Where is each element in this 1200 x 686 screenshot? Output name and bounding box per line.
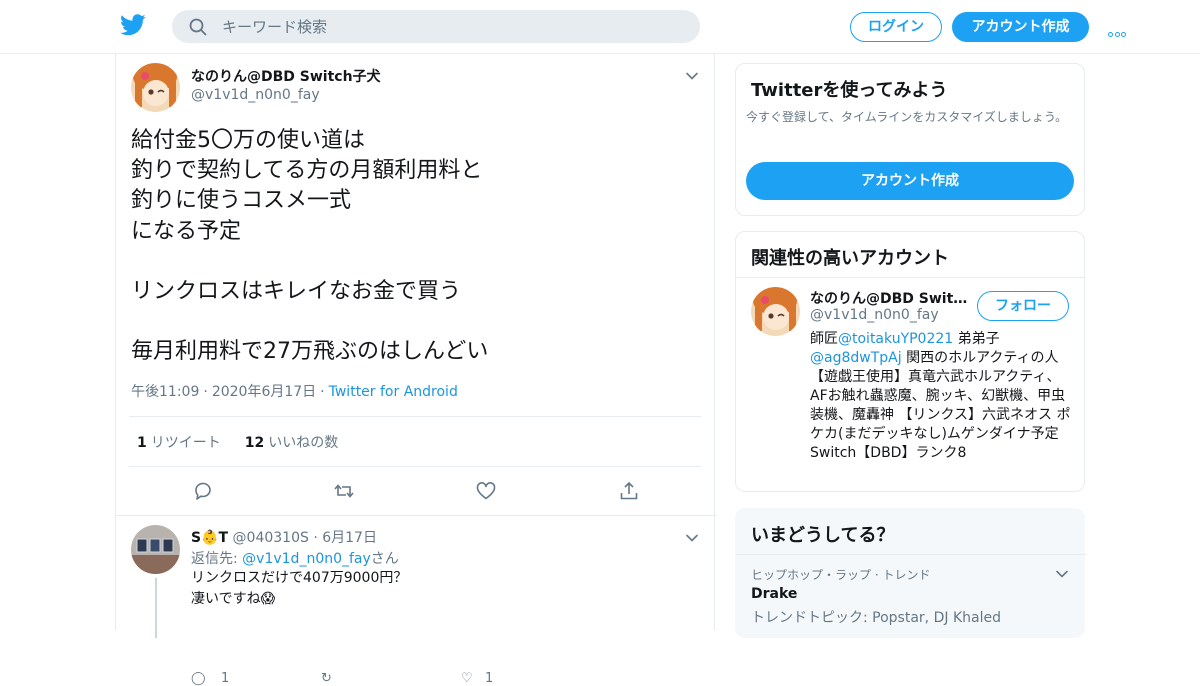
divider bbox=[116, 515, 716, 516]
related-account-handle[interactable]: @v1v1d_n0n0_fay bbox=[810, 307, 939, 323]
retweet-icon[interactable] bbox=[333, 480, 355, 502]
replying-to-link[interactable]: @v1v1d_n0n0_fay bbox=[242, 551, 371, 567]
trends-card: いまどうしてる？ ヒップホップ・ラップ · トレンド Drake トレンドトピッ… bbox=[735, 508, 1086, 638]
follow-button[interactable]: フォロー bbox=[977, 291, 1069, 321]
chevron-down-icon[interactable] bbox=[685, 531, 699, 545]
search-box[interactable] bbox=[172, 10, 700, 43]
bio-mention-link[interactable]: @ag8dwTpAj bbox=[810, 350, 902, 366]
reply-author-handle[interactable]: @040310S bbox=[233, 530, 309, 546]
signup-card-button[interactable]: アカウント作成 bbox=[746, 162, 1074, 200]
tweet-source-link[interactable]: Twitter for Android bbox=[329, 384, 458, 400]
replying-to: 返信先: @v1v1d_n0n0_fayさん bbox=[191, 551, 399, 567]
like-heart-icon[interactable]: ♡ bbox=[461, 671, 485, 686]
reply-icon[interactable]: ◯ bbox=[191, 671, 221, 686]
tweet-text: 給付金5〇万の使い道は 釣りで契約してる方の月額利用料と 釣りに使うコスメ一式 … bbox=[131, 128, 489, 365]
tweet-author-name[interactable]: なのりん@DBD Switch子犬 bbox=[191, 66, 381, 86]
reply-actions: ◯ 1 ↻ ♡ 1 bbox=[191, 671, 493, 686]
trend-subtitle: トレンドトピック: Popstar, DJ Khaled bbox=[751, 610, 1001, 626]
chevron-down-icon[interactable] bbox=[685, 69, 699, 83]
reply-author-name[interactable]: S👶T bbox=[191, 530, 228, 546]
retweet-icon[interactable]: ↻ bbox=[321, 671, 461, 686]
like-count: 1 bbox=[485, 671, 494, 686]
tweet-stats: 1 リツイート 12 いいねの数 bbox=[137, 432, 338, 452]
reply-header: S👶T @040310S · 6月17日 bbox=[191, 530, 377, 546]
like-heart-icon[interactable] bbox=[475, 480, 497, 502]
reply-icon[interactable] bbox=[192, 480, 214, 502]
retweet-stat[interactable]: 1 リツイート bbox=[137, 435, 221, 451]
divider bbox=[129, 416, 701, 417]
tweet-time[interactable]: 午後11:09 bbox=[131, 384, 199, 400]
divider bbox=[736, 277, 1084, 278]
reply-text: リンクロスだけで407万9000円？ 凄いですね😱 bbox=[191, 570, 408, 607]
reply-count: 1 bbox=[221, 671, 230, 686]
trends-title: いまどうしてる？ bbox=[751, 525, 895, 546]
divider bbox=[736, 554, 1086, 555]
more-dots-icon[interactable] bbox=[1108, 22, 1130, 37]
tweet-actions bbox=[116, 480, 716, 504]
chevron-down-icon[interactable] bbox=[1055, 567, 1069, 581]
related-account-name[interactable]: なのりん@DBD Switch子犬 bbox=[810, 288, 970, 308]
share-icon[interactable] bbox=[618, 480, 640, 502]
avatar[interactable] bbox=[751, 287, 800, 336]
trend-context: ヒップホップ・ラップ · トレンド bbox=[751, 568, 931, 582]
tweet-column: なのりん@DBD Switch子犬 @v1v1d_n0n0_fay 給付金5〇万… bbox=[115, 54, 716, 686]
bio-mention-link[interactable]: @toitakuYP0221 bbox=[838, 331, 953, 347]
thread-line bbox=[155, 578, 157, 638]
signup-button[interactable]: アカウント作成 bbox=[952, 12, 1089, 42]
avatar[interactable] bbox=[131, 63, 180, 112]
signup-card-title: Twitterを使ってみよう bbox=[751, 80, 948, 101]
related-accounts-title: 関連性の高いアカウント bbox=[751, 248, 949, 269]
related-account-bio: 師匠@toitakuYP0221 弟弟子 @ag8dwTpAj 関西のホルアクテ… bbox=[810, 331, 1071, 461]
related-accounts-card: 関連性の高いアカウント なのりん@DBD Switch子犬 @v1v1d_n0n… bbox=[735, 231, 1085, 492]
like-stat[interactable]: 12 いいねの数 bbox=[245, 435, 338, 451]
login-button[interactable]: ログイン bbox=[850, 12, 942, 42]
tweet-metadata: 午後11:09 · 2020年6月17日 · Twitter for Android bbox=[131, 384, 458, 400]
tweet-date[interactable]: 2020年6月17日 bbox=[212, 384, 316, 400]
twitter-bird-icon[interactable] bbox=[120, 14, 146, 36]
top-navigation-bar: ログイン アカウント作成 bbox=[0, 0, 1200, 54]
trend-name[interactable]: Drake bbox=[751, 586, 797, 602]
signup-card-description: 今すぐ登録して、タイムラインをカスタマイズしましょう。 bbox=[746, 110, 1068, 124]
reply-date[interactable]: 6月17日 bbox=[322, 530, 377, 546]
avatar[interactable] bbox=[131, 525, 180, 574]
tweet-author-handle[interactable]: @v1v1d_n0n0_fay bbox=[191, 87, 320, 103]
search-icon bbox=[189, 18, 207, 36]
signup-card: Twitterを使ってみよう 今すぐ登録して、タイムラインをカスタマイズしましょ… bbox=[735, 63, 1085, 216]
divider bbox=[129, 466, 701, 467]
search-input[interactable] bbox=[222, 10, 682, 43]
